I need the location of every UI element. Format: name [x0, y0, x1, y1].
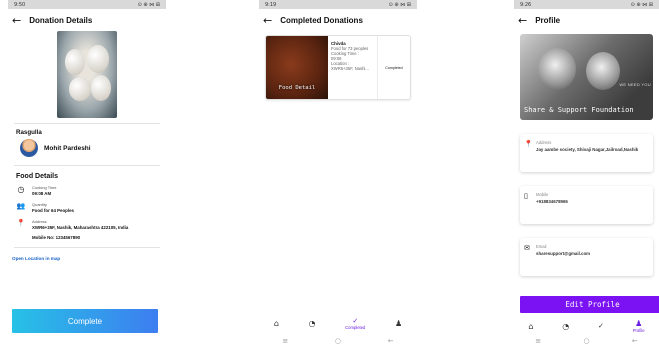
app-bar: ← Donation Details [8, 9, 166, 31]
status-bar: 9:26 ⊙ ⊕ ⋈ ⊞ [514, 0, 659, 9]
profile-icon: ♟ [635, 319, 643, 328]
system-nav-bar: ≡ ○ ← [514, 336, 659, 346]
clock-icon: ◷ [17, 185, 25, 194]
status-bar: 9:19 ⊙ ⊕ ⋈ ⊞ [259, 0, 417, 9]
location-pin-icon: 📍 [16, 219, 26, 227]
detail-value: Food for 64 Peoples [32, 208, 74, 213]
bottom-nav: ⌂ ◔ ✓ ♟ Profile [514, 316, 659, 336]
email-value: sharesupport@gmail.com [536, 251, 591, 256]
section-title: Food Details [16, 173, 59, 180]
foundation-name: Share & Support Foundation [524, 106, 634, 114]
nav-home-icon[interactable]: ⌂ [528, 322, 533, 331]
divider [14, 123, 160, 124]
address-value: Jay aambe society, Shivaji Nagar,Jailroa… [536, 147, 639, 152]
address-card: 📍 Address Jay aambe society, Shivaji Nag… [520, 134, 653, 172]
card-info: Chivda Food for 73 peoples Cooking Time … [328, 36, 378, 99]
detail-row-cooking-time: ◷ Cooking Time 09:08 AM [8, 182, 166, 199]
app-bar: ← Completed Donations [259, 9, 417, 31]
status-bar: 9:50 ⊙ ⊕ ⋈ ⊞ [8, 0, 166, 9]
nav-history-icon[interactable]: ◔ [562, 322, 569, 331]
app-bar: ← Profile [514, 9, 659, 31]
banner-tag: WE NEED YOU [619, 82, 651, 87]
status-icons: ⊙ ⊕ ⋈ ⊞ [388, 1, 411, 8]
food-image: Food Detail [266, 36, 328, 99]
detail-value: XWR6+35F, Nashik, Maharashtra 422105, In… [32, 225, 129, 230]
mobile-value: +918834678965 [536, 199, 568, 204]
location-value: XWR6+35F, Nashi... [331, 66, 369, 71]
back-arrow-icon[interactable]: ← [12, 14, 21, 27]
detail-value: 09:08 AM [32, 191, 52, 196]
divider [14, 247, 160, 248]
detail-label: Address [32, 219, 47, 224]
donation-card[interactable]: Food Detail Chivda Food for 73 peoples C… [265, 35, 411, 100]
status-badge: Completed [385, 65, 403, 70]
divider [14, 165, 160, 166]
location-pin-icon: 📍 [524, 140, 533, 148]
recent-apps-icon[interactable]: ≡ [282, 337, 288, 345]
food-detail-overlay: Food Detail [278, 85, 316, 91]
nav-profile-label: Profile [632, 328, 645, 333]
completed-icon: ✓ [352, 316, 359, 325]
status-time: 9:50 [14, 1, 26, 8]
detail-label: Quantity [32, 202, 47, 207]
foundation-banner: WE NEED YOU Share & Support Foundation [520, 34, 653, 120]
status-icons: ⊙ ⊕ ⋈ ⊞ [630, 1, 653, 8]
nav-completed-label: Completed [345, 324, 366, 330]
detail-row-address: 📍 Address XWR6+35F, Nashik, Maharashtra … [8, 216, 166, 233]
nav-history-icon[interactable]: ◔ [309, 319, 316, 328]
page-title: Completed Donations [280, 15, 363, 25]
email-card: ✉ Email sharesupport@gmail.com [520, 238, 653, 276]
home-circle-icon[interactable]: ○ [583, 337, 589, 345]
detail-row-quantity: 👥 Quantity Food for 64 Peoples [8, 199, 166, 216]
complete-button[interactable]: Complete [12, 309, 158, 333]
status-time: 9:19 [265, 1, 277, 8]
bottom-nav: ⌂ ◔ ✓ Completed ♟ [259, 312, 417, 334]
page-title: Donation Details [29, 15, 93, 25]
open-map-link[interactable]: Open Location in map [8, 253, 166, 264]
donation-details-screen: 9:50 ⊙ ⊕ ⋈ ⊞ ← Donation Details Rasgulla… [8, 0, 166, 346]
mail-icon: ✉ [524, 244, 530, 252]
profile-screen: 9:26 ⊙ ⊕ ⋈ ⊞ ← Profile WE NEED YOU Share… [514, 0, 659, 346]
back-arrow-icon[interactable]: ← [518, 14, 527, 27]
donor-name: Mohit Pardeshi [44, 144, 91, 152]
nav-completed[interactable]: ✓ Completed [345, 317, 365, 330]
system-back-icon[interactable]: ← [388, 337, 394, 345]
nav-completed-icon[interactable]: ✓ [598, 322, 604, 330]
recent-apps-icon[interactable]: ≡ [535, 337, 541, 345]
nav-home-icon[interactable]: ⌂ [274, 319, 279, 328]
mobile-number: Mobile No: 1234567890 [32, 235, 81, 240]
home-circle-icon[interactable]: ○ [335, 337, 341, 345]
food-photo [57, 31, 117, 118]
nav-profile-icon[interactable]: ♟ [395, 319, 402, 328]
status-time: 9:26 [520, 1, 532, 8]
address-label: Address [536, 140, 552, 145]
food-name: Rasgulla [16, 129, 42, 136]
system-back-icon[interactable]: ← [632, 337, 638, 345]
edit-profile-button[interactable]: Edit Profile [520, 296, 659, 313]
avatar [20, 139, 38, 157]
completed-donations-screen: 9:19 ⊙ ⊕ ⋈ ⊞ ← Completed Donations Food … [259, 0, 417, 346]
people-icon: 👥 [16, 202, 26, 210]
page-title: Profile [535, 15, 561, 25]
mobile-label: Mobile [536, 192, 549, 197]
mobile-card: ▯ Mobile +918834678965 [520, 186, 653, 224]
phone-icon: ▯ [524, 192, 528, 200]
status-icons: ⊙ ⊕ ⋈ ⊞ [137, 1, 160, 8]
back-arrow-icon[interactable]: ← [263, 14, 272, 27]
detail-label: Cooking Time [32, 185, 57, 190]
donor-row: Mohit Pardeshi [8, 136, 166, 160]
email-label: Email [536, 244, 547, 249]
nav-profile[interactable]: ♟ Profile [633, 319, 645, 333]
system-nav-bar: ≡ ○ ← [259, 336, 417, 346]
